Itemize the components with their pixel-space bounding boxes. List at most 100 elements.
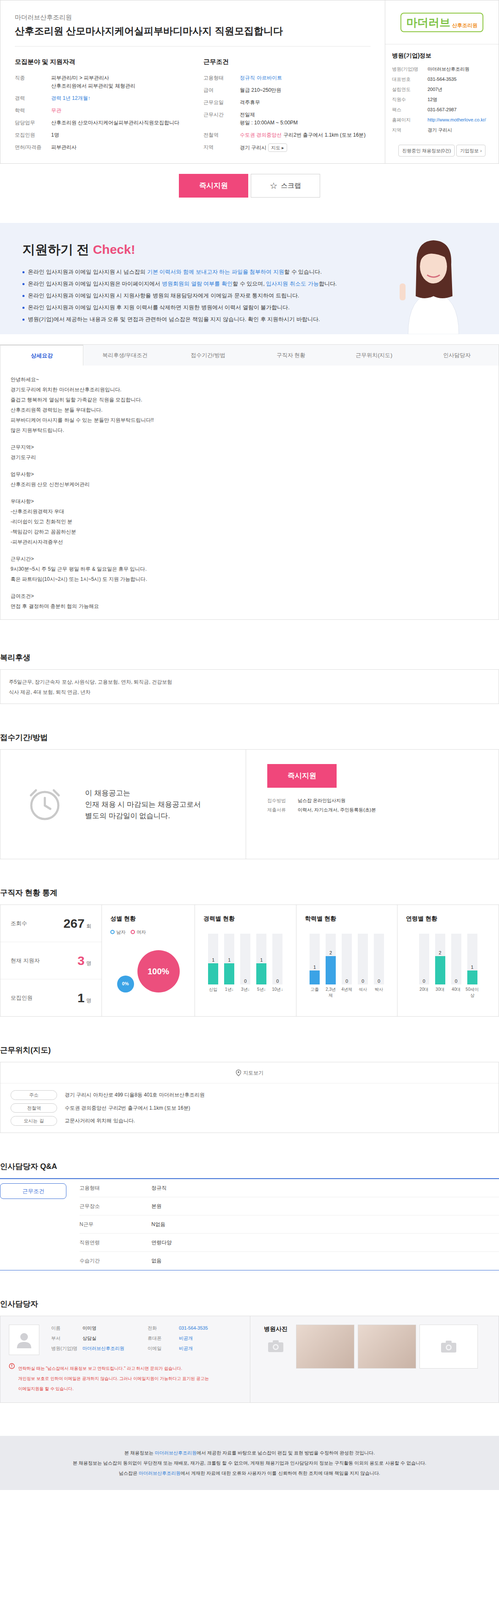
bar-column: 040대	[449, 933, 464, 998]
summary-value: 1	[77, 987, 85, 1007]
text: 전일제	[239, 110, 255, 119]
hospital-photo[interactable]	[296, 1324, 355, 1369]
company-button[interactable]: 기업정보 ›	[456, 144, 486, 157]
text: 격주휴무	[239, 98, 261, 107]
row-label: 이름	[51, 1324, 83, 1331]
action-bar: 즉시지원☆스크랩	[0, 173, 499, 198]
job-posting-page: 마더러브산후조리원산후조리원 산모마사지케어실피부바디마사지 직원모집합니다모집…	[0, 0, 499, 1490]
bar-track: 1	[467, 933, 478, 985]
text: 본 채용정보는 넘스잡의 동의없이 무단전재 또는 재배포, 재가공, 크롤링 …	[72, 1459, 426, 1465]
tab-label: 접수기간/방법	[190, 350, 226, 360]
row-label: 담당업무	[14, 118, 52, 127]
tab[interactable]: 근무위치(지도)	[332, 344, 416, 366]
detail-line: -산후조리원경력자 우대	[10, 508, 65, 515]
row-value: 상담실	[82, 1334, 97, 1341]
bar-value: 1	[313, 963, 316, 971]
apply-button[interactable]: 즉시지원	[178, 173, 249, 198]
tab[interactable]: 인사담당자	[415, 344, 499, 366]
text: 산후조리원에서 피부관리및 체형관리	[51, 82, 136, 91]
bullet-icon	[22, 271, 25, 274]
contact-row: 이름이미영	[51, 1324, 136, 1331]
detail-line: 피부바디케어 마사지를 하실 수 있는 분들만 지원부탁드립니다!!	[10, 416, 154, 423]
bar-track: 0	[357, 933, 368, 985]
text: 에서 게재한 자료에 대한 오류와 사용자가 이를 신뢰하여 취한 조치에 대해…	[180, 1469, 381, 1476]
detail-line: -피부관리사자격증우선	[10, 538, 64, 545]
job-header: 마더러브산후조리원산후조리원 산모마사지케어실피부바디마사지 직원모집합니다모집…	[0, 0, 499, 164]
text: 구리2번 출구에서 1.1km (도보 16분)	[283, 131, 366, 140]
map-view-button[interactable]: 지도보기	[0, 1061, 499, 1083]
tab[interactable]: 구직자 현황	[249, 344, 333, 366]
section-title: 모집분야 및 지원자격	[14, 57, 76, 66]
row-label: 전철역	[203, 131, 240, 140]
text: 할 수 있습니다.	[284, 268, 322, 275]
bar-column: 020대	[417, 933, 431, 998]
tab[interactable]: 상세요강	[0, 344, 84, 366]
apply-button[interactable]: 즉시지원	[267, 763, 337, 788]
nurse-illustration	[380, 222, 487, 335]
row-value[interactable]: http://www.motherlove.co.kr/	[427, 116, 492, 124]
row-label: 전철역	[10, 1102, 58, 1113]
text: 넘스잡은	[118, 1469, 139, 1476]
summary-value: 3	[77, 950, 85, 970]
contact-row: 전화031-564-3535	[147, 1324, 242, 1331]
bar-label: 석사	[358, 986, 368, 992]
legend-item: 남자	[110, 928, 126, 936]
scrap-button[interactable]: ☆스크랩	[250, 173, 321, 198]
sidebar-title: 병원(기업)정보	[392, 52, 432, 59]
bar-track: 0	[373, 933, 384, 985]
row-value: 031-564-3535	[178, 1324, 209, 1331]
bar-value: 0	[455, 977, 458, 985]
bar-chart: 학력별 현황1고졸22,3년제04년제0석사0박사	[296, 904, 398, 1016]
summary-item: 모집인원1명	[0, 978, 102, 1016]
bar-value: 2	[329, 948, 332, 956]
bar-track: 1	[224, 933, 235, 985]
deadline-notice: 인재 채용 시 마감되는 채용공고로서	[84, 800, 201, 809]
chart-title: 연령별 현황	[405, 914, 438, 922]
gender-bubble: 100%	[137, 949, 180, 993]
bar-label: 4년제	[341, 986, 353, 992]
bar-fill	[208, 962, 219, 985]
gender-bubble: 0%	[117, 975, 135, 993]
tab[interactable]: 복리후생/우대조건	[83, 344, 167, 366]
legend-label: 여자	[136, 928, 146, 936]
row-label: 근무시간	[203, 110, 240, 127]
section-heading: 인사담당자	[0, 1299, 39, 1308]
bar-track: 0	[419, 933, 430, 985]
map-button[interactable]: 지도 ▸	[268, 143, 288, 152]
company-button[interactable]: 진행중인 채용정보(0건)	[398, 144, 456, 157]
tab[interactable]: 접수기간/방법	[166, 344, 250, 366]
detail-paragraph: 안녕하세요~경기도구리에 위치한 마더러브산후조리원입니다.즐겁고 행복하게 열…	[10, 373, 489, 435]
text: 온라인 입사지원과 이메일 입사지원 후 지원 이력서를 삭제하면 지원한 병원…	[27, 304, 290, 311]
detail-paragraph: 우대사항>-산후조리원경력자 우대-리더쉽이 있고 친화적인 분-책임감이 강하…	[10, 495, 489, 547]
apply-section: 접수기간/방법이 채용공고는인재 채용 시 마감되는 채용공고로서별도의 마감일…	[0, 731, 499, 859]
chart-title: 성별 현황	[110, 914, 136, 922]
company-info-row: 대표번호031-564-3535	[392, 74, 492, 85]
check-item: 온라인 입사지원과 이메일 입사지원 시 넘스잡의 기본 이력서와 함께 보내고…	[22, 267, 381, 277]
row-label: 주소	[10, 1089, 58, 1100]
hospital-photo[interactable]	[357, 1324, 417, 1369]
row-label: 팩스	[392, 106, 428, 113]
row-label: 오시는 길	[10, 1115, 58, 1126]
bar-track: 0	[341, 933, 352, 985]
row-value: 수도권 경의중앙선 구리2번 출구에서 1.1km (도보 16분)	[64, 1103, 191, 1112]
company-name: 마더러브산후조리원	[14, 13, 72, 21]
contact-row: 부서상담실	[51, 1334, 136, 1341]
section-heading: 근무위치(지도)	[0, 1045, 51, 1054]
detail-line: 면접 후 결정하며 충분히 협의 가능해요	[10, 603, 99, 609]
person-icon	[14, 1329, 34, 1349]
detail-line: 우대사항>	[10, 498, 34, 505]
camera-icon	[440, 1339, 458, 1353]
text: 할 수 있으며,	[232, 280, 266, 287]
tab-label: 근무조건	[22, 1187, 45, 1194]
row-value: 031-564-3535	[427, 75, 492, 83]
value-line: 평일 : 10:00AM ~ 5:00PM	[239, 118, 371, 127]
bar-value: 1	[211, 956, 215, 963]
link-text: 마더러브산후조리원	[154, 1449, 197, 1455]
check-item: 온라인 입사지원과 이메일 입사지원 시 지원사항을 병원의 채용담당자에게 이…	[22, 290, 381, 301]
check-banner: 지원하기 전 Check!온라인 입사지원과 이메일 입사지원 시 넘스잡의 기…	[0, 222, 499, 335]
bar-track: 1	[309, 933, 320, 985]
value-line: 정규직아르바이트	[239, 74, 371, 83]
detail-line: -리더쉽이 있고 친화적인 분	[10, 518, 73, 525]
qa-tab[interactable]: 근무조건	[0, 1182, 67, 1199]
bar-label: 고졸	[310, 986, 319, 992]
